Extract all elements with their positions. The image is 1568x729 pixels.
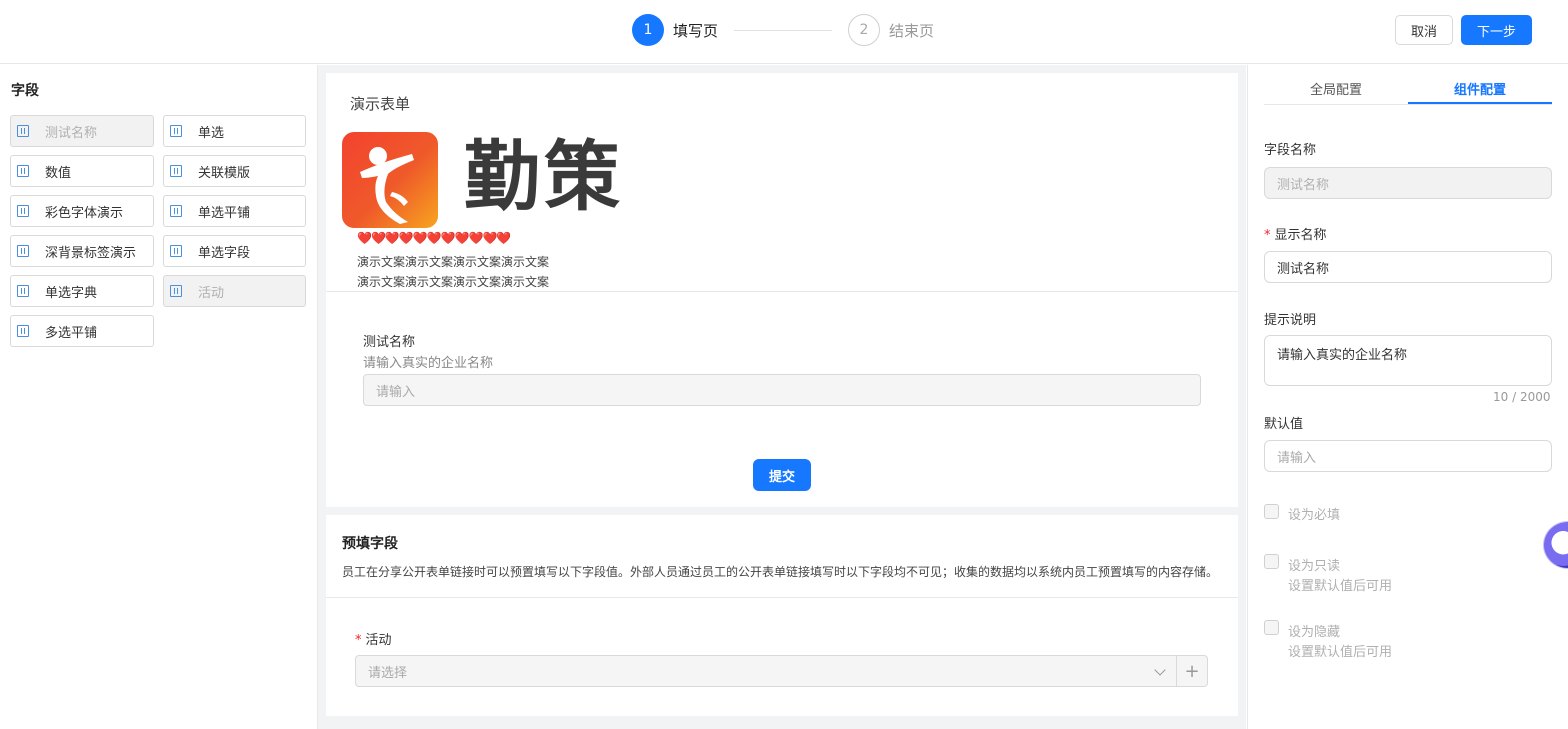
active-tab-indicator <box>1408 102 1552 104</box>
required-mark: * <box>355 633 362 648</box>
field-item[interactable]: 多选平铺 <box>10 315 154 347</box>
activity-label: * 活动 <box>355 629 392 648</box>
default-value-input[interactable]: 请输入 <box>1264 440 1552 472</box>
hint-textarea[interactable]: 请输入真实的企业名称 <box>1264 335 1552 386</box>
step-2-indicator[interactable]: 2 <box>848 14 881 46</box>
form-title: 演示表单 <box>350 95 411 113</box>
top-header: 1 填写页 2 结束页 取消 下一步 <box>0 0 1568 64</box>
activity-select[interactable]: 请选择 <box>355 655 1177 687</box>
field-type-icon <box>170 205 182 217</box>
required-checkbox-label: 设为必填 <box>1288 508 1341 523</box>
field-type-icon <box>17 325 29 337</box>
field-type-icon <box>17 125 29 137</box>
add-activity-button[interactable]: + <box>1177 655 1208 687</box>
step-1-indicator[interactable]: 1 <box>632 14 664 46</box>
prefill-description: 员工在分享公开表单链接时可以预置填写以下字段值。外部人员通过员工的公开表单链接填… <box>342 565 1219 579</box>
demo-text-line: 演示文案演示文案演示文案演示文案 <box>357 275 550 289</box>
divider <box>326 597 1238 598</box>
display-name-label-text: 显示名称 <box>1274 228 1327 243</box>
display-name-input[interactable]: 测试名称 <box>1264 251 1552 283</box>
default-value-label: 默认值 <box>1264 417 1304 432</box>
field-item-label: 单选平铺 <box>198 205 251 221</box>
field-item-label: 关联模版 <box>198 165 251 181</box>
cancel-button[interactable]: 取消 <box>1395 15 1453 45</box>
field-item-label: 多选平铺 <box>45 325 98 341</box>
field-type-icon <box>17 165 29 177</box>
hearts-row: ❤️❤️❤️❤️❤️❤️❤️❤️❤️❤️❤️ <box>357 231 511 245</box>
divider <box>326 291 1238 292</box>
prefill-section: 预填字段 员工在分享公开表单链接时可以预置填写以下字段值。外部人员通过员工的公开… <box>326 515 1238 716</box>
activity-label-text: 活动 <box>365 633 392 648</box>
field-name-label: 字段名称 <box>1264 143 1317 158</box>
next-step-button[interactable]: 下一步 <box>1461 15 1532 45</box>
field-item-label: 深背景标签演示 <box>45 245 137 261</box>
field-item[interactable]: 单选 <box>163 115 306 147</box>
hidden-checkbox[interactable] <box>1264 620 1279 635</box>
chevron-down-icon <box>1154 664 1166 676</box>
field-palette: 字段 测试名称 单选 数值 关联模版 彩色字体演示 单选平铺 深背景标签演示 单… <box>0 65 318 729</box>
field-item-label: 单选 <box>198 125 225 141</box>
char-counter: 10 / 2000 <box>1493 390 1551 404</box>
hidden-checkbox-label: 设为隐藏 <box>1288 625 1341 640</box>
brand-logo-text: 勤策 <box>464 132 624 221</box>
step-connector <box>734 29 833 31</box>
readonly-checkbox[interactable] <box>1264 554 1279 569</box>
hidden-checkbox-hint: 设置默认值后可用 <box>1288 645 1393 660</box>
field-type-icon <box>170 285 182 297</box>
field-item[interactable]: 关联模版 <box>163 155 306 187</box>
field-item[interactable]: 活动 <box>163 275 306 307</box>
field-type-icon <box>170 165 182 177</box>
submit-button[interactable]: 提交 <box>753 459 811 491</box>
field-item-label: 测试名称 <box>45 125 98 141</box>
config-panel: 全局配置 组件配置 字段名称 测试名称 * 显示名称 测试名称 提示说明 请输入真… <box>1247 65 1568 729</box>
tab-global-config[interactable]: 全局配置 <box>1310 79 1362 98</box>
field-item-label: 单选字段 <box>198 245 251 261</box>
field-item-label: 单选字典 <box>45 285 98 301</box>
field-item-label: 活动 <box>198 285 225 301</box>
field-item[interactable]: 测试名称 <box>10 115 154 147</box>
field-item-label: 数值 <box>45 165 72 181</box>
activity-select-placeholder: 请选择 <box>368 665 408 681</box>
steps: 1 填写页 2 结束页 <box>632 14 934 46</box>
field-name-input[interactable]: 测试名称 <box>1264 167 1552 199</box>
field-item[interactable]: 彩色字体演示 <box>10 195 154 227</box>
dancer-icon <box>360 147 414 224</box>
step-1-label[interactable]: 填写页 <box>673 20 718 41</box>
hint-label: 提示说明 <box>1264 313 1317 328</box>
field-type-icon <box>17 285 29 297</box>
form-preview: 演示表单 勤策 ❤️❤️❤️❤️❤️❤️❤️❤️❤️❤️❤️ 演示文案演示文案演… <box>326 73 1238 507</box>
field-item[interactable]: 单选字典 <box>10 275 154 307</box>
field-item[interactable]: 深背景标签演示 <box>10 235 154 267</box>
config-tabs: 全局配置 组件配置 <box>1264 65 1552 105</box>
tab-component-config[interactable]: 组件配置 <box>1454 79 1506 98</box>
required-checkbox[interactable] <box>1264 504 1279 519</box>
field-type-icon <box>170 125 182 137</box>
question-hint: 请输入真实的企业名称 <box>363 356 494 371</box>
brand-logo-icon <box>342 132 438 228</box>
field-item[interactable]: 数值 <box>10 155 154 187</box>
field-item[interactable]: 单选字段 <box>163 235 306 267</box>
field-palette-title: 字段 <box>11 83 39 99</box>
question-label: 测试名称 <box>363 335 416 350</box>
step-2-label[interactable]: 结束页 <box>889 20 934 41</box>
question-input[interactable]: 请输入 <box>363 374 1201 406</box>
prefill-title: 预填字段 <box>342 536 398 552</box>
demo-text-line: 演示文案演示文案演示文案演示文案 <box>357 255 550 269</box>
field-type-icon <box>17 205 29 217</box>
field-item-label: 彩色字体演示 <box>45 205 124 221</box>
field-type-icon <box>170 245 182 257</box>
field-item[interactable]: 单选平铺 <box>163 195 306 227</box>
required-mark: * <box>1264 228 1271 243</box>
display-name-label: * 显示名称 <box>1264 224 1327 243</box>
readonly-checkbox-label: 设为只读 <box>1288 559 1341 574</box>
field-list: 测试名称 单选 数值 关联模版 彩色字体演示 单选平铺 深背景标签演示 单选字段… <box>10 115 306 347</box>
readonly-checkbox-hint: 设置默认值后可用 <box>1288 579 1393 594</box>
field-type-icon <box>17 245 29 257</box>
